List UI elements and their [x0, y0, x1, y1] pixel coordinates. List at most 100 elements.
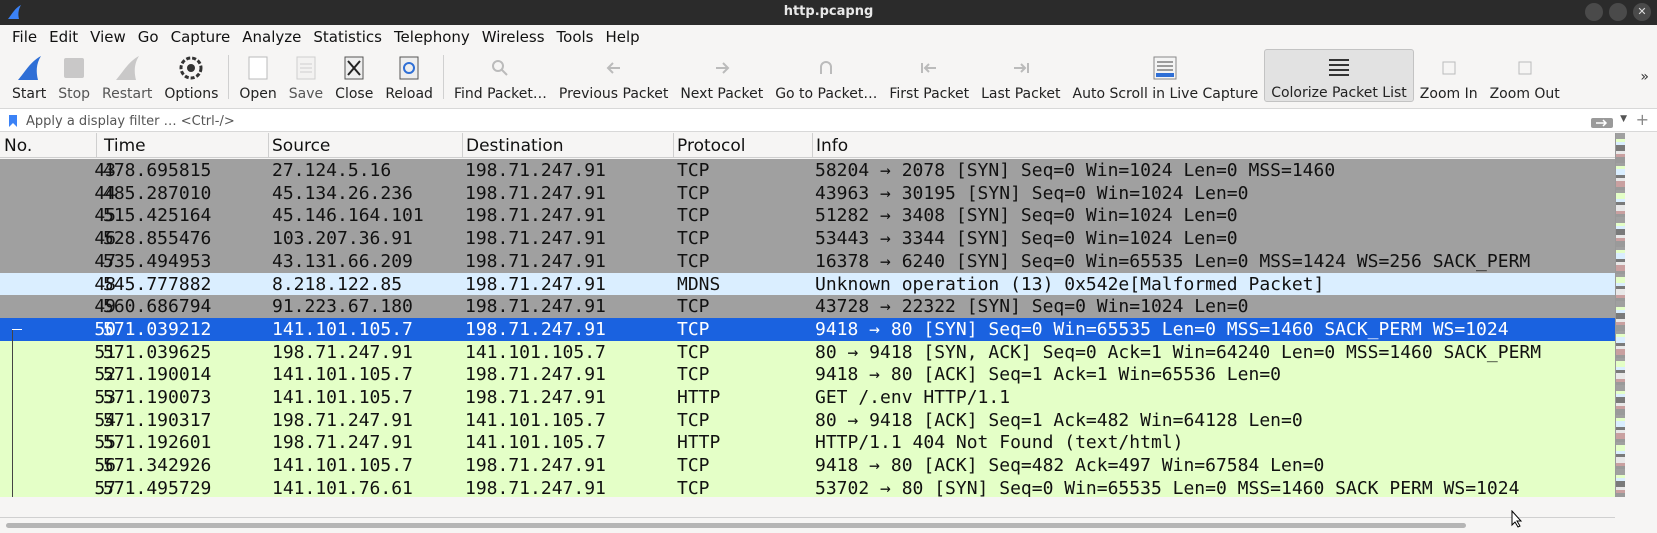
- packet-row[interactable]: 55 571.192601 198.71.247.91 141.101.105.7 HT…: [0, 431, 1615, 454]
- column-divider[interactable]: [96, 133, 97, 158]
- stop-capture-button[interactable]: Stop: [52, 49, 96, 102]
- column-header-source[interactable]: Source: [272, 136, 330, 158]
- cell-destination: 198.71.247.91: [465, 228, 606, 249]
- toolbar-separator: [442, 55, 444, 99]
- next-packet-button[interactable]: Next Packet: [674, 49, 769, 102]
- autoscroll-button[interactable]: Auto Scroll in Live Capture: [1067, 49, 1265, 102]
- cell-destination: 141.101.105.7: [465, 432, 606, 453]
- bookmark-icon[interactable]: [8, 113, 18, 132]
- cell-time: 571.190014: [103, 364, 212, 385]
- packet-row[interactable]: 44 485.287010 45.134.26.236 198.71.247.91 TC…: [0, 182, 1615, 205]
- start-label: Start: [12, 86, 47, 102]
- filter-history-dropdown-icon[interactable]: ▼: [1620, 114, 1627, 124]
- cell-info: 9418 → 80 [SYN] Seq=0 Win=65535 Len=0 MS…: [815, 319, 1509, 340]
- menu-wireless[interactable]: Wireless: [476, 28, 551, 46]
- open-file-button[interactable]: Open: [233, 49, 282, 102]
- menu-statistics[interactable]: Statistics: [307, 28, 388, 46]
- column-divider[interactable]: [462, 133, 463, 158]
- menu-file[interactable]: File: [6, 28, 43, 46]
- packet-row[interactable]: 51 571.039625 198.71.247.91 141.101.105.7 TC…: [0, 341, 1615, 364]
- menu-tools[interactable]: Tools: [551, 28, 600, 46]
- apply-filter-arrow-icon[interactable]: [1591, 114, 1613, 133]
- cell-protocol: TCP: [677, 228, 710, 249]
- display-filter-input[interactable]: [24, 111, 1558, 131]
- cell-destination: 198.71.247.91: [465, 251, 606, 272]
- zoom-out-button[interactable]: Zoom Out: [1484, 49, 1566, 102]
- menu-go[interactable]: Go: [132, 28, 165, 46]
- cell-info: 58204 → 2078 [SYN] Seq=0 Win=1024 Len=0 …: [815, 160, 1336, 181]
- column-divider[interactable]: [673, 133, 674, 158]
- cell-time: 485.287010: [103, 183, 212, 204]
- packet-row[interactable]: 43 478.695815 27.124.5.16 198.71.247.91 TCP 5…: [0, 159, 1615, 182]
- vertical-scrollbar[interactable]: [1625, 133, 1657, 497]
- menu-telephony[interactable]: Telephony: [388, 28, 476, 46]
- menu-capture[interactable]: Capture: [165, 28, 237, 46]
- window-title: http.pcapng: [783, 4, 874, 19]
- cell-info: HTTP/1.1 404 Not Found (text/html): [815, 432, 1184, 453]
- cell-source: 141.101.105.7: [272, 455, 413, 476]
- minimize-button[interactable]: [1585, 3, 1603, 21]
- cell-destination: 198.71.247.91: [465, 387, 606, 408]
- packet-row[interactable]: 49 560.686794 91.223.67.180 198.71.247.91 TC…: [0, 295, 1615, 318]
- packet-row[interactable]: 53 571.190073 141.101.105.7 198.71.247.91 HT…: [0, 386, 1615, 409]
- maximize-button[interactable]: [1609, 3, 1627, 21]
- cell-source: 91.223.67.180: [272, 296, 413, 317]
- packet-list[interactable]: 43 478.695815 27.124.5.16 198.71.247.91 TCP 5…: [0, 159, 1615, 497]
- packet-row[interactable]: 52 571.190014 141.101.105.7 198.71.247.91 TC…: [0, 363, 1615, 386]
- column-divider[interactable]: [268, 133, 269, 158]
- horizontal-scroll-thumb[interactable]: [6, 523, 1466, 528]
- first-packet-button[interactable]: First Packet: [883, 49, 975, 102]
- packet-row[interactable]: 57 571.495729 141.101.76.61 198.71.247.91 TC…: [0, 477, 1615, 497]
- column-header-destination[interactable]: Destination: [466, 136, 564, 158]
- cell-info: 53443 → 3344 [SYN] Seq=0 Win=1024 Len=0: [815, 228, 1238, 249]
- cell-destination: 141.101.105.7: [465, 342, 606, 363]
- packet-row[interactable]: 47 535.494953 43.131.66.209 198.71.247.91 TC…: [0, 250, 1615, 273]
- close-window-button[interactable]: ✕: [1633, 3, 1651, 21]
- packet-list-header: No. Time Source Destination Protocol Inf…: [0, 133, 1615, 158]
- column-header-protocol[interactable]: Protocol: [677, 136, 746, 158]
- packet-row[interactable]: 45 515.425164 45.146.164.101 198.71.247.91 T…: [0, 204, 1615, 227]
- last-packet-button[interactable]: Last Packet: [975, 49, 1066, 102]
- cell-protocol: TCP: [677, 478, 710, 497]
- reload-file-button[interactable]: Reload: [379, 49, 439, 102]
- start-capture-button[interactable]: Start: [6, 49, 52, 102]
- cell-time: 571.342926: [103, 455, 212, 476]
- cell-time: 545.777882: [103, 274, 212, 295]
- menu-analyze[interactable]: Analyze: [236, 28, 307, 46]
- close-label: Close: [335, 86, 374, 102]
- restart-capture-button[interactable]: Restart: [96, 49, 158, 102]
- cell-protocol: TCP: [677, 183, 710, 204]
- capture-options-button[interactable]: Options: [158, 49, 224, 102]
- cell-info: 16378 → 6240 [SYN] Seq=0 Win=65535 Len=0…: [815, 251, 1531, 272]
- packet-row[interactable]: 56 571.342926 141.101.105.7 198.71.247.91 TC…: [0, 454, 1615, 477]
- menu-view[interactable]: View: [84, 28, 132, 46]
- goto-arc-icon: [811, 53, 841, 82]
- goto-packet-button[interactable]: Go to Packet…: [769, 49, 883, 102]
- packet-row[interactable]: 54 571.190317 198.71.247.91 141.101.105.7 TC…: [0, 409, 1615, 432]
- zoom-in-button[interactable]: Zoom In: [1414, 49, 1484, 102]
- menu-edit[interactable]: Edit: [43, 28, 84, 46]
- cell-protocol: TCP: [677, 205, 710, 226]
- find-packet-button[interactable]: Find Packet…: [448, 49, 553, 102]
- horizontal-scrollbar[interactable]: [0, 517, 1615, 533]
- previous-packet-button[interactable]: Previous Packet: [553, 49, 674, 102]
- column-header-info[interactable]: Info: [816, 136, 848, 158]
- packet-row[interactable]: 48 545.777882 8.218.122.85 198.71.247.91 MDN…: [0, 273, 1615, 296]
- packet-row-selected[interactable]: 50 571.039212 141.101.105.7 198.71.247.91 TC…: [0, 318, 1615, 341]
- cell-source: 45.134.26.236: [272, 183, 413, 204]
- column-header-no[interactable]: No.: [4, 136, 32, 158]
- cell-source: 141.101.105.7: [272, 364, 413, 385]
- toolbar-overflow-button[interactable]: »: [1640, 69, 1649, 85]
- column-header-time[interactable]: Time: [104, 136, 146, 158]
- cell-time: 571.190073: [103, 387, 212, 408]
- cell-protocol: TCP: [677, 342, 710, 363]
- colorize-packet-list-button[interactable]: Colorize Packet List: [1264, 49, 1414, 102]
- reload-label: Reload: [385, 86, 433, 102]
- menu-help[interactable]: Help: [599, 28, 645, 46]
- close-file-button[interactable]: Close: [329, 49, 379, 102]
- packet-row[interactable]: 46 528.855476 103.207.36.91 198.71.247.91 TC…: [0, 227, 1615, 250]
- add-filter-button-icon[interactable]: +: [1636, 110, 1649, 129]
- save-file-button[interactable]: Save: [283, 49, 329, 102]
- column-divider[interactable]: [812, 133, 813, 158]
- cell-source: 103.207.36.91: [272, 228, 413, 249]
